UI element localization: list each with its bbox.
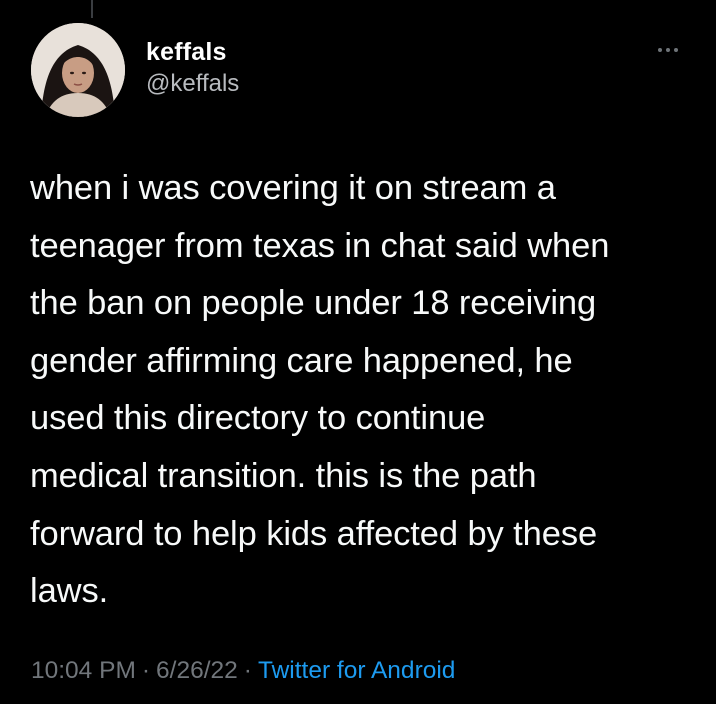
avatar[interactable] xyxy=(31,23,125,117)
tweet-text-line: used this directory to continue xyxy=(30,399,486,438)
meta-separator: · xyxy=(243,657,252,684)
meta-separator: · xyxy=(141,657,151,684)
tweet-time[interactable]: 10:04 PM xyxy=(31,657,136,684)
profile-photo-icon xyxy=(31,23,125,117)
tweet-metadata: 10:04 PM · 6/26/22 · Twitter for Android xyxy=(31,656,455,686)
tweet-author[interactable]: keffals @keffals xyxy=(146,37,239,99)
tweet-source-link[interactable]: Twitter for Android xyxy=(258,657,455,684)
tweet-text-line: forward to help kids affected by these xyxy=(30,514,598,553)
author-handle[interactable]: @keffals xyxy=(146,69,239,99)
tweet-text-line: teenager from texas in chat said when xyxy=(30,226,610,265)
tweet-text-line: the ban on people under 18 receiving xyxy=(30,284,597,323)
more-options-button[interactable] xyxy=(650,40,686,60)
tweet-text: when i was covering it on stream a teena… xyxy=(30,160,700,621)
tweet-text-line: gender affirming care happened, he xyxy=(30,341,573,380)
thread-connector-line xyxy=(91,0,93,18)
more-horizontal-icon xyxy=(658,48,662,52)
tweet-date[interactable]: 6/26/22 xyxy=(156,657,238,684)
tweet-text-line: medical transition. this is the path xyxy=(30,456,537,495)
author-display-name[interactable]: keffals xyxy=(146,37,239,67)
tweet-text-line: when i was covering it on stream a xyxy=(30,169,556,207)
tweet-text-line: laws. xyxy=(30,572,109,611)
